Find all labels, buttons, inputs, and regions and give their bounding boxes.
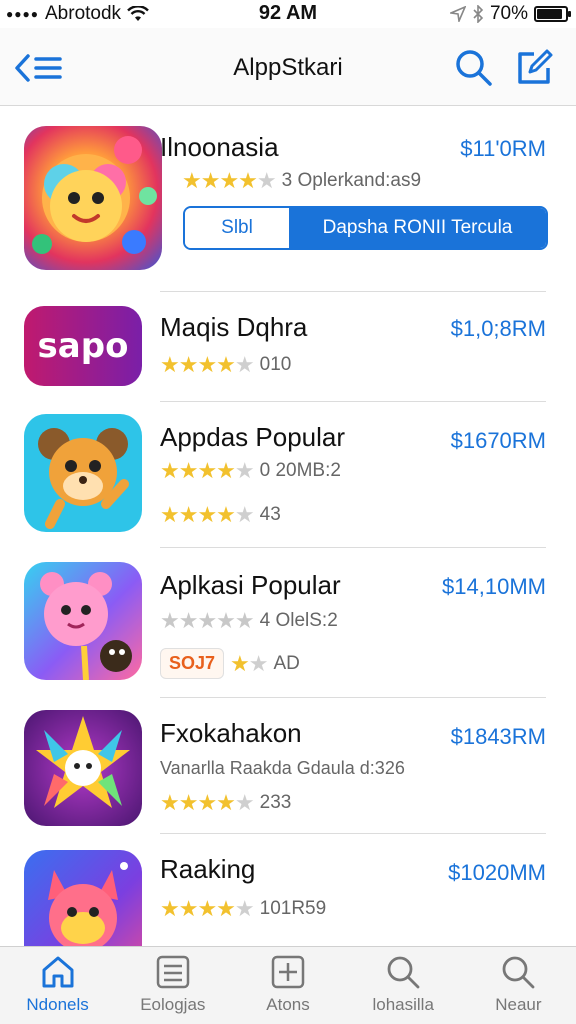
rating-stars: ★★★★★ (160, 790, 255, 815)
app-meta-text: Vanarlla Raakda Gdaula d:326 (160, 758, 405, 778)
sapo-logo-text: sapo (37, 326, 129, 366)
app-badge: SOJ7 (160, 648, 225, 679)
battery-icon (534, 6, 571, 22)
rating-stars: ★★★★★ (160, 608, 255, 633)
search-icon[interactable] (454, 48, 494, 88)
tab-search-1[interactable]: lohasilla (346, 947, 461, 1024)
app-price[interactable]: $14,10MM (442, 574, 546, 600)
battery-percent: 70% (489, 3, 528, 24)
add-icon (271, 955, 305, 989)
tab-label: Neaur (495, 995, 542, 1014)
rating-stars: ★★ (230, 650, 268, 676)
list-item[interactable]: Ilnoonasia $11'0RM ★★★★★ 3 Oplerkand:as9… (0, 106, 576, 292)
pink-creature-icon (24, 562, 142, 680)
tab-search-2[interactable]: Neaur (461, 947, 576, 1024)
location-icon (449, 6, 466, 22)
rating-stars: ★★★★★ (160, 352, 255, 377)
app-meta-text: AD (273, 652, 300, 674)
app-name: Aplkasi Popular (160, 570, 341, 600)
list-item[interactable]: Aplkasi Popular $14,10MM ★★★★★ 4 OlelS:2… (0, 548, 576, 698)
app-meta-text: 43 (259, 504, 281, 525)
home-icon (42, 956, 74, 988)
app-name: Raaking (160, 854, 256, 884)
battery-fill (537, 9, 563, 19)
rating-stars: ★★★★★ (182, 168, 277, 193)
rating-stars: ★★★★★ (160, 458, 255, 483)
tab-label: lohasilla (372, 995, 434, 1014)
list-item[interactable]: Fxokahakon $1843RM Vanarlla Raakda Gdaul… (0, 698, 576, 834)
tab-label: Eologjas (140, 995, 206, 1014)
app-name: Maqis Dqhra (160, 312, 308, 342)
app-meta: Vanarlla Raakda Gdaula d:326 (160, 758, 405, 779)
tab-label: Atons (266, 995, 310, 1014)
rating-stars: ★★★★★ (160, 502, 255, 527)
app-meta-text: 3 Oplerkand:as9 (281, 170, 422, 191)
app-meta-secondary: SOJ7 ★★ AD (160, 648, 300, 679)
app-meta-text: 101R59 (259, 898, 327, 919)
app-meta: ★★★★★ 0 20MB:2 (160, 458, 341, 484)
tab-list[interactable]: Eologjas (115, 947, 230, 1024)
app-meta: ★★★★★ 010 (160, 352, 291, 378)
sapo-logo-icon: sapo (24, 306, 142, 386)
list-item[interactable]: sapo Maqis Dqhra $1,0;8RM ★★★★★ 010 (0, 292, 576, 402)
app-price[interactable]: $1,0;8RM (451, 316, 546, 342)
search-icon (387, 956, 420, 989)
tab-label: Ndonels (26, 995, 89, 1014)
app-price[interactable]: $1670RM (451, 428, 546, 454)
list-icon (156, 955, 190, 989)
tab-bar: Ndonels Eologjas Atons lohasilla Neaur (0, 946, 576, 1024)
app-price[interactable]: $1020MM (448, 860, 546, 886)
tab-add[interactable]: Atons (230, 947, 345, 1024)
nav-bar: AlppStkari (0, 28, 576, 106)
cartoon-animal-icon (24, 414, 142, 532)
fox-character-icon (24, 850, 142, 946)
app-meta-secondary: ★★★★★ 43 (160, 502, 281, 528)
list-item[interactable]: Appdas Popular $1670RM ★★★★★ 0 20MB:2 ★★… (0, 402, 576, 548)
status-right: 70% (449, 3, 571, 25)
app-price[interactable]: $1843RM (451, 724, 546, 750)
compose-icon[interactable] (514, 48, 554, 88)
app-name: Ilnoonasia (160, 132, 279, 162)
app-meta-text: 010 (259, 354, 292, 375)
search-icon (503, 956, 535, 989)
app-name: Appdas Popular (160, 422, 346, 452)
rating-stars: ★★★★★ (160, 896, 255, 921)
star-badge-icon (24, 710, 142, 826)
app-meta-text: 0 20MB:2 (259, 460, 341, 481)
app-price[interactable]: $11'0RM (460, 136, 546, 162)
app-meta-text: 233 (259, 792, 292, 813)
app-name: Fxokahakon (160, 718, 302, 748)
app-list: Ilnoonasia $11'0RM ★★★★★ 3 Oplerkand:as9… (0, 106, 576, 946)
app-meta-secondary: ★★★★★ 233 (160, 790, 291, 816)
app-meta: ★★★★★ 3 Oplerkand:as9 (182, 168, 421, 194)
app-meta-text: 4 OlelS:2 (259, 610, 338, 631)
colorful-creature-icon (24, 126, 162, 270)
bluetooth-icon (473, 5, 484, 23)
segment-right[interactable]: Dapsha RONII Tercula (289, 208, 546, 248)
segmented-control: Slbl Dapsha RONII Tercula (183, 206, 548, 250)
tab-home[interactable]: Ndonels (0, 947, 115, 1024)
app-meta: ★★★★★ 4 OlelS:2 (160, 608, 338, 634)
app-meta: ★★★★★ 101R59 (160, 896, 326, 922)
status-bar: ●●●● Abrotodk 92 AM 70% (0, 0, 576, 28)
list-item[interactable]: Raaking $1020MM ★★★★★ 101R59 (0, 834, 576, 946)
segment-left[interactable]: Slbl (185, 208, 289, 248)
